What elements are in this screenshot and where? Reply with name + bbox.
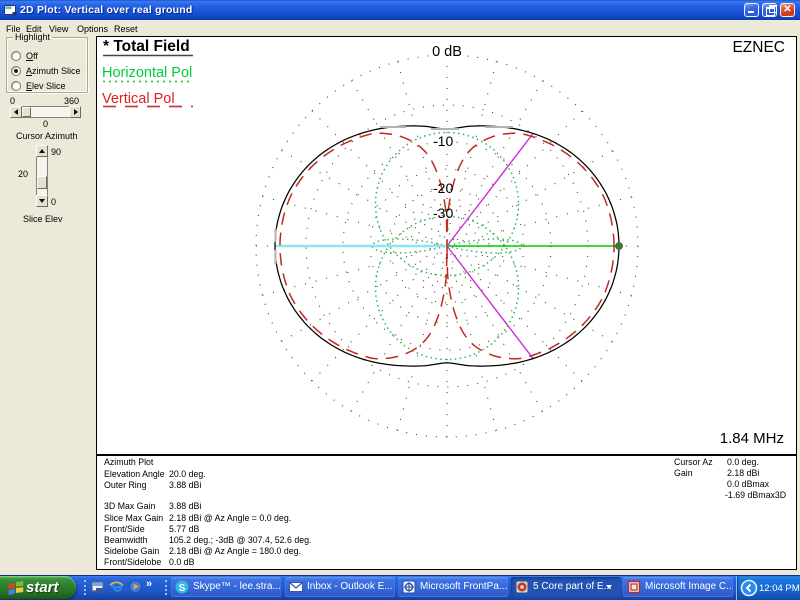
svg-text:* Total Field: * Total Field [103, 38, 190, 55]
svg-text:0 dB: 0 dB [432, 44, 462, 60]
svg-text:-10: -10 [433, 133, 453, 149]
svg-text:-30: -30 [433, 205, 453, 221]
svg-text:Horizontal Pol: Horizontal Pol [102, 65, 192, 81]
svg-text:Vertical Pol: Vertical Pol [102, 91, 175, 107]
svg-text:-20: -20 [433, 180, 453, 196]
svg-text:1.84 MHz: 1.84 MHz [720, 430, 784, 447]
svg-text:EZNEC: EZNEC [732, 39, 785, 56]
svg-text:S: S [179, 583, 186, 594]
